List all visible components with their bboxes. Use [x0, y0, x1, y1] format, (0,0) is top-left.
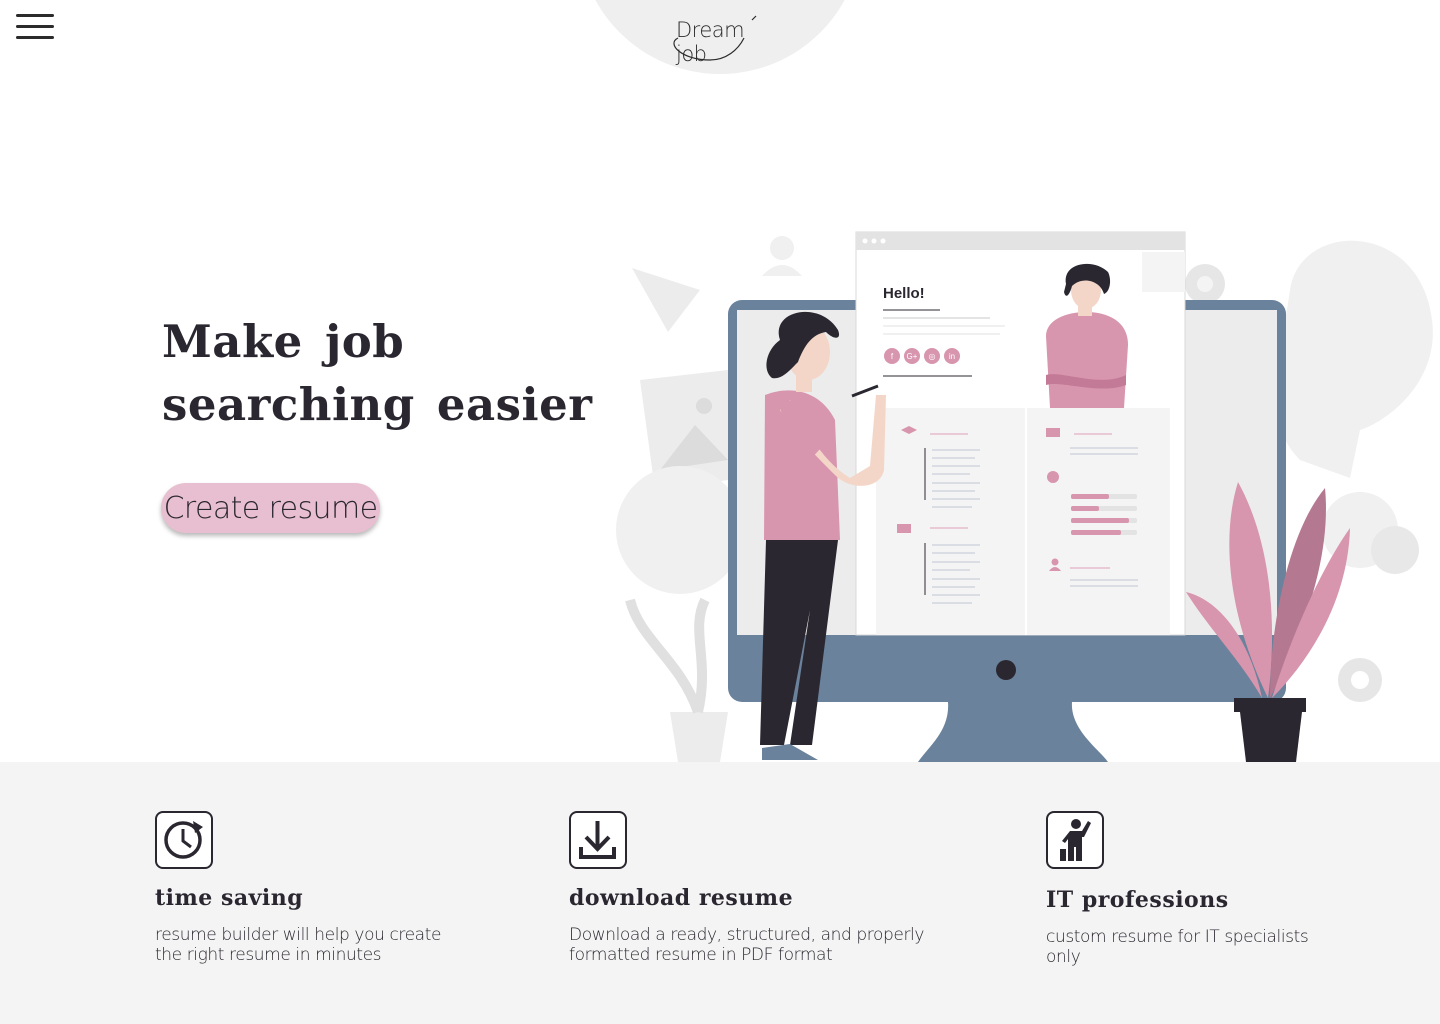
- hero-illustration: Hello! f G+ ◎ in: [616, 231, 1433, 762]
- feature-download-resume: download resume Download a ready, struct…: [569, 811, 924, 965]
- resume-greeting: Hello!: [883, 285, 925, 302]
- feature-it-professions: IT professions custom resume for IT spec…: [1046, 811, 1309, 967]
- hamburger-menu-icon[interactable]: [16, 14, 54, 42]
- feature-description: custom resume for IT specialists only: [1046, 927, 1309, 967]
- resume-window: Hello! f G+ ◎ in: [855, 231, 1186, 636]
- logo[interactable]: Dream job: [664, 14, 776, 66]
- feature-description: Download a ready, structured, and proper…: [569, 925, 925, 965]
- features-section: time saving resume builder will help you…: [0, 762, 1440, 1024]
- it-professional-icon: [1046, 811, 1104, 869]
- feature-title: IT professions: [1046, 887, 1229, 913]
- clock-refresh-icon: [155, 811, 213, 869]
- feature-title: download resume: [569, 885, 794, 911]
- social-icon-3: ◎: [929, 352, 936, 361]
- logo-text: Dream job: [676, 18, 745, 66]
- feature-description: resume builder will help you create the …: [155, 925, 442, 965]
- social-icon-2: G+: [907, 352, 918, 361]
- create-resume-button[interactable]: Create resume: [161, 483, 380, 533]
- feature-time-saving: time saving resume builder will help you…: [155, 811, 441, 965]
- feature-title: time saving: [155, 885, 304, 911]
- download-icon: [569, 811, 627, 869]
- social-icon-4: in: [949, 352, 955, 361]
